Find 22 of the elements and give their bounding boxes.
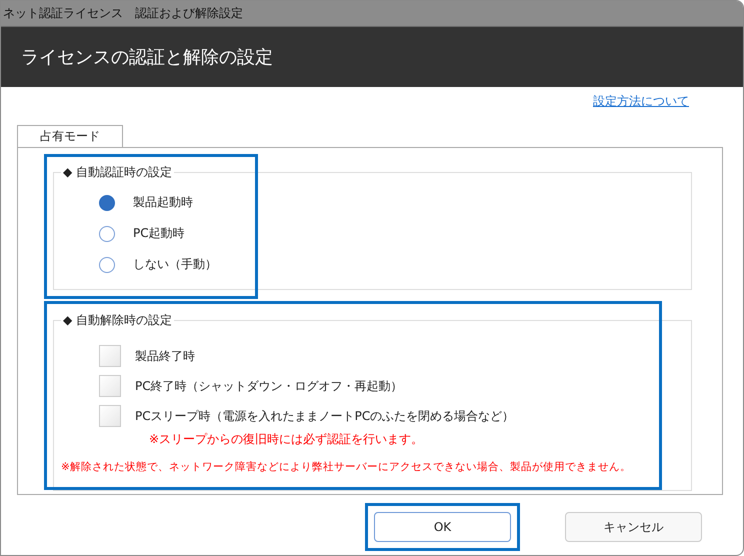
warning-note: ※スリープからの復旧時には必ず認証を行います。 [149, 431, 424, 448]
checkbox[interactable] [99, 375, 121, 397]
radio-button[interactable] [99, 256, 115, 272]
checkbox-label: PC終了時（シャットダウン・ログオフ・再起動） [135, 378, 403, 394]
warning-note: ※解除された状態で、ネットワーク障害などにより弊社サーバーにアクセスできない場合、製品が使用できません。 [61, 460, 632, 474]
checkbox-label: PCスリープ時（電源を入れたままノートPCのふたを閉める場合など） [135, 408, 514, 424]
checkbox[interactable] [99, 405, 121, 427]
help-link[interactable]: 設定方法について [593, 93, 689, 117]
ok-button[interactable]: OK [374, 512, 511, 542]
checkbox[interactable] [99, 345, 121, 367]
radio-label: PC起動時 [133, 225, 185, 242]
radio-button[interactable] [99, 226, 115, 242]
dialog-heading: ライセンスの認証と解除の設定 [21, 46, 273, 69]
cancel-button[interactable]: キャンセル [565, 512, 702, 542]
group-legend: ◆ 自動認証時の設定 [61, 164, 174, 181]
window-title: ネット認証ライセンス 認証および解除設定 [3, 5, 243, 22]
checkbox-label: 製品終了時 [135, 348, 195, 364]
tab[interactable]: 占有モード [17, 125, 123, 147]
radio-label: しない（手動） [133, 256, 217, 273]
radio-label: 製品起動時 [133, 194, 193, 211]
radio-button[interactable] [99, 194, 115, 210]
group-legend: ◆ 自動解除時の設定 [61, 312, 174, 329]
